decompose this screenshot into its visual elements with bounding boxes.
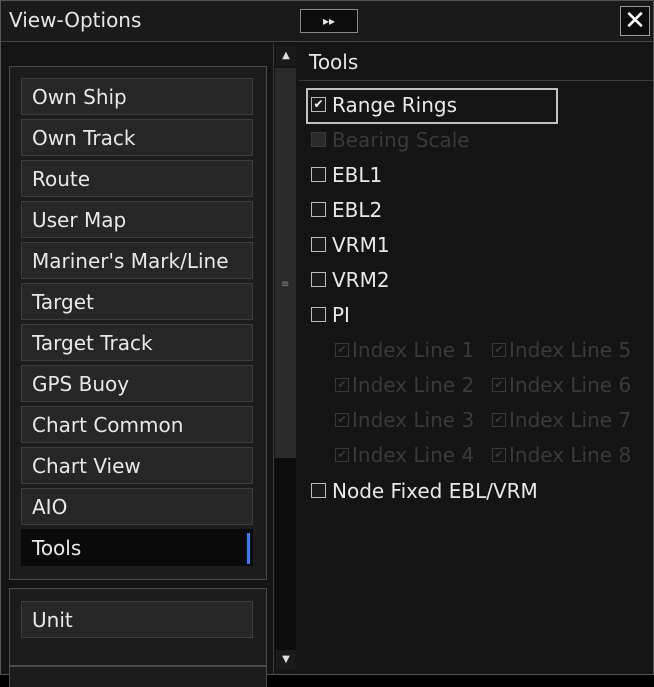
nav-item-mariners-mark-line[interactable]: Mariner's Mark/Line (21, 242, 253, 279)
option-label: EBL2 (332, 198, 383, 222)
nav-group-unit: Unit (9, 588, 267, 666)
checkbox-checked-icon: ✔ (335, 412, 349, 427)
checkbox-checked-icon: ✔ (335, 377, 349, 392)
checkbox-checked-icon: ✔ (492, 412, 506, 427)
index-line-label: Index Line 1 (352, 338, 475, 362)
index-line-2-checkbox: ✔ Index Line 2 (335, 373, 474, 397)
option-label: VRM2 (332, 268, 390, 292)
checkbox-icon (311, 132, 326, 147)
scroll-up-arrow-icon[interactable]: ▲ (276, 46, 296, 66)
option-label: PI (332, 303, 350, 327)
checkbox-checked-icon: ✔ (335, 447, 349, 462)
nav-group-main: Own Ship Own Track Route User Map Marine… (9, 66, 267, 580)
close-button[interactable]: ✕ (620, 6, 650, 36)
checkbox-icon (311, 237, 326, 252)
scroll-down-arrow-icon[interactable]: ▼ (276, 650, 296, 670)
checkbox-icon (311, 202, 326, 217)
index-line-1-checkbox: ✔ Index Line 1 (335, 338, 474, 362)
panel-title: Tools (309, 50, 359, 74)
index-line-label: Index Line 4 (352, 443, 475, 467)
nav-item-own-track[interactable]: Own Track (21, 119, 253, 156)
option-label: VRM1 (332, 233, 390, 257)
nav-item-tools[interactable]: Tools (21, 529, 253, 566)
option-label: Node Fixed EBL/VRM (332, 479, 538, 503)
nav-item-unit[interactable]: Unit (21, 601, 253, 638)
node-fixed-ebl-vrm-checkbox[interactable]: Node Fixed EBL/VRM (311, 479, 538, 505)
checkbox-icon (311, 307, 326, 322)
index-line-7-checkbox: ✔ Index Line 7 (492, 408, 631, 432)
index-line-label: Index Line 6 (509, 373, 632, 397)
checkbox-checked-icon: ✔ (492, 342, 506, 357)
nav-group-next (9, 666, 267, 687)
window-title: View-Options (9, 8, 142, 32)
checkbox-checked-icon: ✔ (311, 97, 326, 112)
index-line-label: Index Line 2 (352, 373, 475, 397)
title-bar: View-Options ▸▸ ✕ (1, 1, 653, 42)
nav-item-target-track[interactable]: Target Track (21, 324, 253, 361)
close-icon: ✕ (624, 6, 646, 36)
view-options-window: View-Options ▸▸ ✕ Own Ship Own Track Rou… (0, 0, 654, 687)
index-line-3-checkbox: ✔ Index Line 3 (335, 408, 474, 432)
index-line-5-checkbox: ✔ Index Line 5 (492, 338, 631, 362)
index-line-6-checkbox: ✔ Index Line 6 (492, 373, 631, 397)
index-line-label: Index Line 5 (509, 338, 632, 362)
index-line-8-checkbox: ✔ Index Line 8 (492, 443, 631, 467)
pi-checkbox[interactable]: PI (311, 303, 350, 329)
range-rings-checkbox[interactable]: ✔ Range Rings (306, 88, 558, 124)
index-line-label: Index Line 3 (352, 408, 475, 432)
collapse-button[interactable]: ▸▸ (300, 9, 358, 33)
checkbox-icon (311, 167, 326, 182)
nav-item-own-ship[interactable]: Own Ship (21, 78, 253, 115)
checkbox-checked-icon: ✔ (335, 342, 349, 357)
nav-item-gps-buoy[interactable]: GPS Buoy (21, 365, 253, 402)
nav-scrollbar[interactable]: ▲ ≡ ▼ (273, 42, 298, 674)
nav-item-aio[interactable]: AIO (21, 488, 253, 525)
double-arrow-right-icon: ▸▸ (322, 14, 336, 28)
checkbox-icon (311, 272, 326, 287)
nav-item-route[interactable]: Route (21, 160, 253, 197)
index-line-4-checkbox: ✔ Index Line 4 (335, 443, 474, 467)
vrm2-checkbox[interactable]: VRM2 (311, 268, 390, 294)
vrm1-checkbox[interactable]: VRM1 (311, 233, 390, 259)
checkbox-checked-icon: ✔ (492, 447, 506, 462)
option-label: Bearing Scale (332, 128, 470, 152)
ebl1-checkbox[interactable]: EBL1 (311, 163, 382, 189)
nav-item-chart-common[interactable]: Chart Common (21, 406, 253, 443)
nav-item-chart-view[interactable]: Chart View (21, 447, 253, 484)
nav-item-user-map[interactable]: User Map (21, 201, 253, 238)
bearing-scale-checkbox: Bearing Scale (311, 128, 470, 154)
nav-item-target[interactable]: Target (21, 283, 253, 320)
scroll-track[interactable] (275, 458, 296, 650)
checkbox-checked-icon: ✔ (492, 377, 506, 392)
tools-panel: Tools ✔ Range Rings Bearing Scale EBL1 EB… (299, 42, 653, 674)
panel-header: Tools (299, 42, 653, 81)
checkbox-icon (311, 483, 326, 498)
option-label: EBL1 (332, 163, 383, 187)
index-line-label: Index Line 8 (509, 443, 632, 467)
grip-icon: ≡ (281, 279, 290, 290)
option-label: Range Rings (332, 93, 457, 117)
options-nav: Own Ship Own Track Route User Map Marine… (1, 42, 273, 687)
index-line-label: Index Line 7 (509, 408, 632, 432)
ebl2-checkbox[interactable]: EBL2 (311, 198, 382, 224)
scroll-thumb[interactable]: ≡ (275, 68, 296, 458)
